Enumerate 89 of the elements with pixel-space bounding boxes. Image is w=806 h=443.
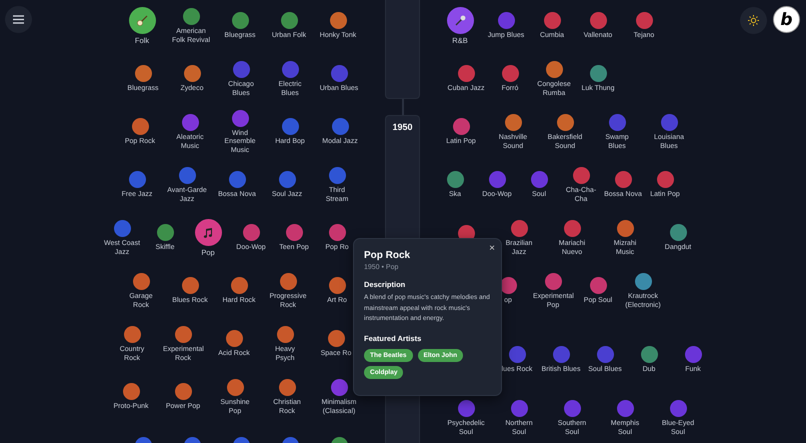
banjo-icon [136,14,148,28]
genre-node[interactable] [608,114,626,132]
genre-node[interactable] [544,273,562,290]
genre-node[interactable] [280,12,298,30]
genre-node[interactable] [286,224,302,242]
genre-node[interactable] [590,12,606,30]
genre-node[interactable] [132,273,150,290]
genre-node[interactable] [498,12,514,30]
close-button[interactable]: × [489,243,495,255]
genre-node[interactable] [330,12,346,30]
genre-node[interactable] [660,114,678,132]
genre-node[interactable] [614,171,632,188]
genre-node[interactable] [508,346,526,364]
genre-node[interactable] [276,326,294,344]
genre-node[interactable] [194,219,222,246]
genre-node[interactable] [556,114,574,132]
genre-node[interactable] [184,65,200,82]
genre-node[interactable] [124,326,140,344]
genre-node[interactable] [182,277,198,294]
genre-node[interactable] [636,12,652,30]
popup-title: Pop Rock [364,250,410,261]
genre-node[interactable] [178,167,196,184]
genre-node[interactable] [328,224,346,242]
genre-node[interactable] [134,65,152,82]
genre-node[interactable] [564,220,580,238]
genre-node[interactable] [446,171,464,188]
genre-node[interactable] [128,7,156,34]
genre-node[interactable] [590,65,606,82]
genre-node[interactable] [280,273,296,290]
genre-node[interactable] [132,118,148,136]
menu-icon [13,15,24,24]
genre-node[interactable] [330,379,348,396]
genre-node[interactable] [182,8,200,26]
genre-node[interactable] [572,167,590,184]
genre-node[interactable] [182,114,198,132]
genre-node[interactable] [640,346,658,364]
genre-node[interactable] [174,326,192,344]
genre-node[interactable] [332,118,348,136]
menu-button[interactable] [5,6,32,33]
genre-node[interactable] [670,400,686,418]
microphone-icon [454,14,466,28]
year-label: 1950 [392,122,413,133]
genre-node[interactable] [458,65,474,82]
genre-node[interactable] [552,346,570,364]
genre-node[interactable] [328,330,344,348]
genre-node[interactable] [156,224,174,242]
logo[interactable]: b [773,6,800,33]
genre-node[interactable] [596,346,614,364]
genre-node[interactable] [564,400,580,418]
genre-node[interactable] [232,61,250,78]
genre-node[interactable] [282,118,298,136]
sun-icon [748,15,759,26]
genre-node[interactable] [502,65,518,82]
genre-node[interactable] [458,400,474,418]
genre-node[interactable] [634,273,652,290]
genre-node[interactable] [488,171,506,188]
genre-node[interactable] [446,7,474,34]
genre-node[interactable] [616,220,634,238]
genre-node[interactable] [278,171,296,188]
genre-node[interactable] [530,171,548,188]
genre-node[interactable] [226,330,242,348]
genre-node[interactable] [510,220,528,238]
genre-node[interactable] [228,171,246,188]
genre-node[interactable] [232,12,248,30]
genre-node[interactable] [616,400,634,418]
genre-node[interactable] [242,224,260,242]
genre-node[interactable] [226,379,244,396]
genre-node[interactable] [278,379,296,396]
genre-node[interactable] [670,224,686,242]
music-note-icon [202,226,214,239]
genre-node[interactable] [452,118,470,136]
genre-node[interactable] [504,114,522,132]
genre-node[interactable] [282,61,298,78]
genre-node[interactable] [232,110,248,127]
genre-node[interactable] [684,346,702,364]
genre-node[interactable] [174,383,192,400]
genre-node[interactable] [546,61,562,78]
genre-node[interactable] [328,277,346,294]
genre-node[interactable] [656,171,674,188]
genre-node[interactable] [114,220,130,238]
genre-node[interactable] [330,65,348,82]
theme-toggle-button[interactable] [740,7,767,34]
genre-node[interactable] [510,400,528,418]
genre-node[interactable] [328,167,346,184]
genre-node[interactable] [122,383,140,400]
genre-node[interactable] [128,171,146,188]
genre-node[interactable] [230,277,248,294]
genre-node[interactable] [590,277,606,294]
genre-node[interactable] [544,12,560,30]
